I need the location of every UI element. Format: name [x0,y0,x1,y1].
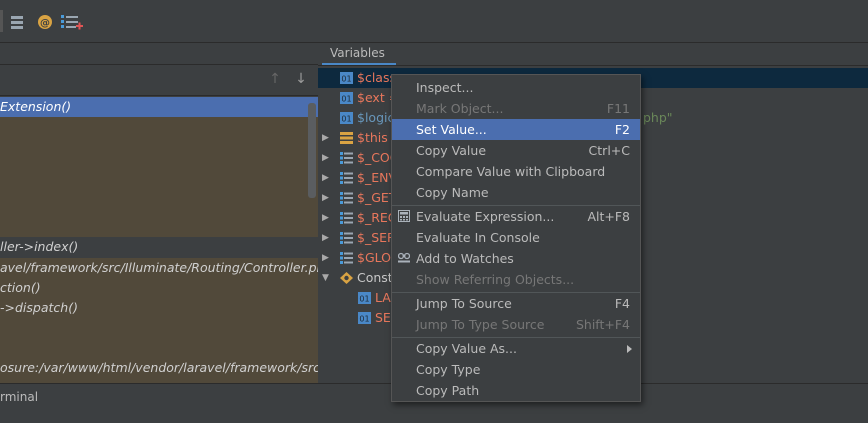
menu-item-jump-to-type-source: Jump To Type Source Shift+F4 [392,314,640,335]
frames-header [0,43,318,65]
frame-item[interactable]: ->dispatch() [0,298,318,318]
menu-item-shortcut: F11 [606,101,630,116]
watches-icon [398,252,410,263]
array-icon [340,172,353,184]
frames-navigation-bar: ↑ ↓ [0,65,318,96]
menu-item-label: Set Value... [416,122,487,137]
variable-name: $logic [357,110,395,125]
frames-panel: ↑ ↓ Extension() ller->index() avel/frame… [0,43,318,383]
menu-item-label: Copy Path [416,383,480,398]
object-icon: 01 [340,72,353,84]
tab-variables[interactable]: Variables [322,43,396,65]
menu-item-evaluate-in-console[interactable]: Evaluate In Console [392,227,640,248]
at-sign-icon[interactable]: @ [37,14,53,30]
variable-name: SE [375,310,391,325]
menu-item-label: Show Referring Objects... [416,272,575,287]
expand-arrow-icon[interactable]: ▶ [322,128,332,148]
array-icon [340,152,353,164]
svg-text:01: 01 [341,115,351,124]
svg-text:01: 01 [341,75,351,84]
this-icon [340,132,353,144]
stack-icon[interactable] [10,14,26,30]
expand-arrow-icon[interactable]: ▶ [322,248,332,268]
expand-arrow-icon[interactable]: ▶ [322,148,332,168]
menu-item-label: Copy Value As... [416,341,517,356]
calculator-icon [398,210,410,222]
menu-item-label: Evaluate Expression... [416,209,555,224]
menu-item-set-value[interactable]: Set Value... F2 [392,119,640,140]
frame-item[interactable]: Extension() [0,97,318,117]
menu-item-label: Jump To Type Source [416,317,545,332]
menu-item-show-referring-objects: Show Referring Objects... [392,269,640,290]
menu-item-copy-name[interactable]: Copy Name [392,182,640,203]
menu-item-label: Copy Name [416,185,489,200]
svg-text:@: @ [40,18,50,29]
menu-item-evaluate-expression[interactable]: Evaluate Expression... Alt+F8 [392,206,640,227]
library-frames-block [0,117,318,237]
variable-value: php" [643,110,673,125]
menu-item-shortcut: Alt+F8 [587,209,630,224]
frame-item[interactable]: ller->index() [0,237,318,257]
menu-item-copy-path[interactable]: Copy Path [392,380,640,401]
divider [318,65,868,66]
menu-item-copy-value[interactable]: Copy Value Ctrl+C [392,140,640,161]
frame-item[interactable]: osure:/var/www/html/vendor/laravel/frame… [0,358,318,378]
menu-item-label: Evaluate In Console [416,230,540,245]
object-icon: 01 [340,112,353,124]
expand-arrow-icon[interactable]: ▶ [322,168,332,188]
constant-icon [340,272,353,284]
menu-item-shortcut: Shift+F4 [575,317,630,332]
menu-item-label: Inspect... [416,80,474,95]
variable-name: $GLO [357,250,391,265]
expand-arrow-icon[interactable]: ▶ [322,208,332,228]
menu-item-label: Compare Value with Clipboard [416,164,606,179]
variable-name: $_SER [357,230,396,245]
collapse-arrow-icon[interactable]: ▼ [322,268,332,288]
toolbar-separator [0,10,3,32]
menu-item-inspect[interactable]: Inspect... [392,77,640,98]
frame-up-button[interactable]: ↑ [266,69,284,89]
submenu-arrow-icon [627,345,632,353]
terminal-tab[interactable]: rminal [0,388,38,406]
frames-scrollbar[interactable] [308,103,316,198]
array-icon [340,252,353,264]
debugger-toolbar: @ [0,0,868,43]
array-icon [340,192,353,204]
frames-list: Extension() ller->index() avel/framework… [0,96,318,383]
object-icon: 01 [340,92,353,104]
menu-item-label: Jump To Source [416,296,512,311]
frame-item[interactable]: ction() [0,278,318,298]
menu-item-label: Add to Watches [416,251,514,266]
context-menu: Inspect... Mark Object... F11 Set Value.… [391,74,641,402]
variable-name: $this [357,130,388,145]
menu-item-copy-value-as[interactable]: Copy Value As... [392,338,640,359]
svg-text:01: 01 [359,295,369,304]
object-icon: 01 [358,312,371,324]
frame-down-button[interactable]: ↓ [292,69,310,89]
array-icon [340,212,353,224]
menu-item-label: Copy Value [416,143,487,158]
expand-arrow-icon[interactable]: ▶ [322,228,332,248]
frame-item[interactable]: avel/framework/src/Illuminate/Routing/Co… [0,258,318,278]
svg-text:01: 01 [359,315,369,324]
menu-item-compare-value[interactable]: Compare Value with Clipboard [392,161,640,182]
expand-arrow-icon[interactable]: ▶ [322,188,332,208]
list-add-icon[interactable] [67,14,83,30]
variable-name: Const [357,270,393,285]
array-icon [340,232,353,244]
menu-item-shortcut: F2 [614,122,630,137]
menu-item-mark-object: Mark Object... F11 [392,98,640,119]
menu-item-copy-type[interactable]: Copy Type [392,359,640,380]
library-frames-block [0,318,318,358]
variable-name: LA [375,290,391,305]
menu-item-shortcut: F4 [614,296,630,311]
menu-item-jump-to-source[interactable]: Jump To Source F4 [392,293,640,314]
svg-text:01: 01 [341,95,351,104]
menu-item-label: Copy Type [416,362,481,377]
object-icon: 01 [358,292,371,304]
menu-item-label: Mark Object... [416,101,504,116]
menu-item-shortcut: Ctrl+C [588,143,630,158]
menu-item-add-to-watches[interactable]: Add to Watches [392,248,640,269]
